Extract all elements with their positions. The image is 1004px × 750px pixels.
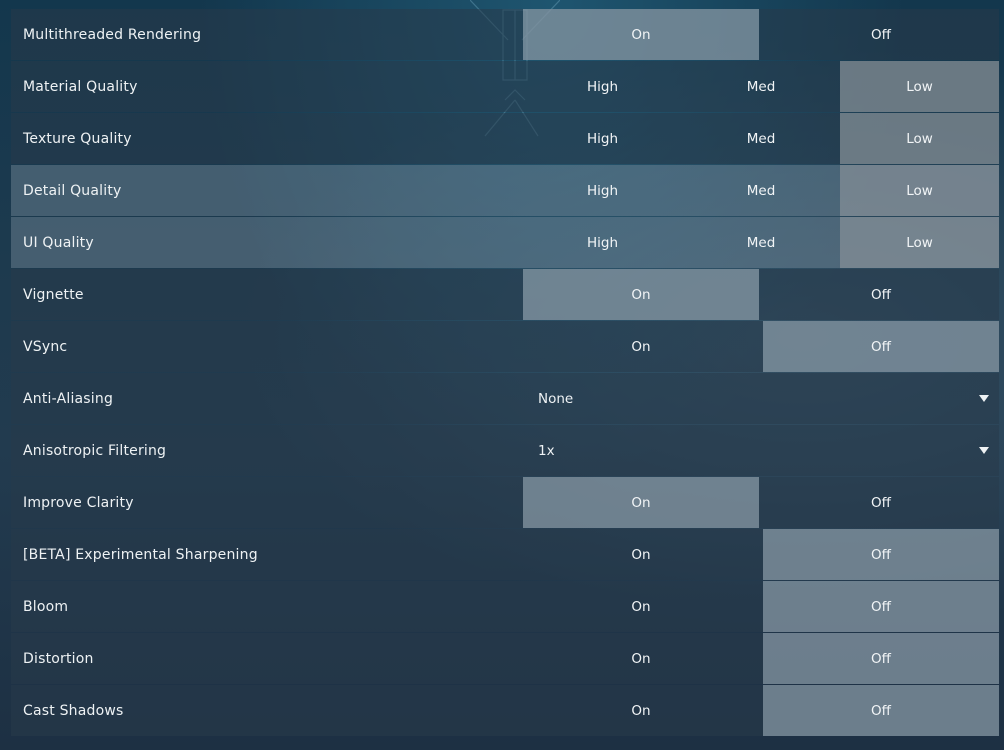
detail-quality-options: High Med Low [523,165,999,216]
option-med-button[interactable]: Med [682,217,840,268]
caret-down-icon[interactable] [979,395,989,402]
setting-label: Material Quality [23,78,138,95]
option-on-button[interactable]: On [523,9,759,60]
option-on-button[interactable]: On [523,477,759,528]
cast-shadows-options: On Off [523,685,999,736]
setting-row-anti-aliasing: Anti-Aliasing None [11,373,999,425]
bloom-options: On Off [523,581,999,632]
option-on-button[interactable]: On [523,581,759,632]
option-on-button[interactable]: On [523,321,759,372]
material-quality-options: High Med Low [523,61,999,112]
setting-label: Anisotropic Filtering [23,442,167,459]
ui-quality-options: High Med Low [523,217,999,268]
setting-row-cast-shadows: Cast Shadows On Off [11,685,999,737]
option-high-button[interactable]: High [523,165,682,216]
option-off-button[interactable]: Off [763,321,999,372]
dropdown-value: None [538,390,574,407]
option-off-button[interactable]: Off [763,269,999,320]
option-high-button[interactable]: High [523,61,682,112]
option-on-button[interactable]: On [523,529,759,580]
anti-aliasing-dropdown[interactable]: None [523,373,999,424]
option-low-button[interactable]: Low [840,217,999,268]
option-off-button[interactable]: Off [763,633,999,684]
setting-label: Detail Quality [23,182,122,199]
setting-label: Distortion [23,650,94,667]
improve-clarity-options: On Off [523,477,999,528]
setting-row-anisotropic-filtering: Anisotropic Filtering 1x [11,425,999,477]
vsync-options: On Off [523,321,999,372]
graphics-settings-list: Multithreaded Rendering On Off Material Qua… [11,9,999,737]
anisotropic-filtering-dropdown[interactable]: 1x [523,425,999,476]
beta-experimental-sharpening-options: On Off [523,529,999,580]
option-off-button[interactable]: Off [763,9,999,60]
setting-label: Multithreaded Rendering [23,26,202,43]
setting-label: UI Quality [23,234,94,251]
setting-row-detail-quality: Detail Quality High Med Low [11,165,999,217]
option-low-button[interactable]: Low [840,113,999,164]
setting-label: VSync [23,338,68,355]
setting-row-material-quality: Material Quality High Med Low [11,61,999,113]
caret-down-icon[interactable] [979,447,989,454]
setting-row-texture-quality: Texture Quality High Med Low [11,113,999,165]
texture-quality-options: High Med Low [523,113,999,164]
setting-row-vignette: Vignette On Off [11,269,999,321]
setting-row-distortion: Distortion On Off [11,633,999,685]
option-on-button[interactable]: On [523,633,759,684]
setting-row-ui-quality: UI Quality High Med Low [11,217,999,269]
setting-row-multithreaded-rendering: Multithreaded Rendering On Off [11,9,999,61]
option-med-button[interactable]: Med [682,113,840,164]
option-high-button[interactable]: High [523,113,682,164]
vignette-options: On Off [523,269,999,320]
multithreaded-rendering-options: On Off [523,9,999,60]
option-off-button[interactable]: Off [763,529,999,580]
setting-row-vsync: VSync On Off [11,321,999,373]
option-med-button[interactable]: Med [682,61,840,112]
option-med-button[interactable]: Med [682,165,840,216]
setting-label: Vignette [23,286,84,303]
setting-row-bloom: Bloom On Off [11,581,999,633]
option-low-button[interactable]: Low [840,165,999,216]
option-high-button[interactable]: High [523,217,682,268]
option-on-button[interactable]: On [523,269,759,320]
option-low-button[interactable]: Low [840,61,999,112]
dropdown-value: 1x [538,442,555,459]
option-off-button[interactable]: Off [763,477,999,528]
setting-label: Bloom [23,598,69,615]
option-on-button[interactable]: On [523,685,759,736]
setting-label: Texture Quality [23,130,132,147]
setting-label: Cast Shadows [23,702,124,719]
setting-label: Improve Clarity [23,494,134,511]
option-off-button[interactable]: Off [763,581,999,632]
setting-label: Anti-Aliasing [23,390,114,407]
setting-label: [BETA] Experimental Sharpening [23,546,258,563]
distortion-options: On Off [523,633,999,684]
setting-row-beta-experimental-sharpening: [BETA] Experimental Sharpening On Off [11,529,999,581]
setting-row-improve-clarity: Improve Clarity On Off [11,477,999,529]
option-off-button[interactable]: Off [763,685,999,736]
